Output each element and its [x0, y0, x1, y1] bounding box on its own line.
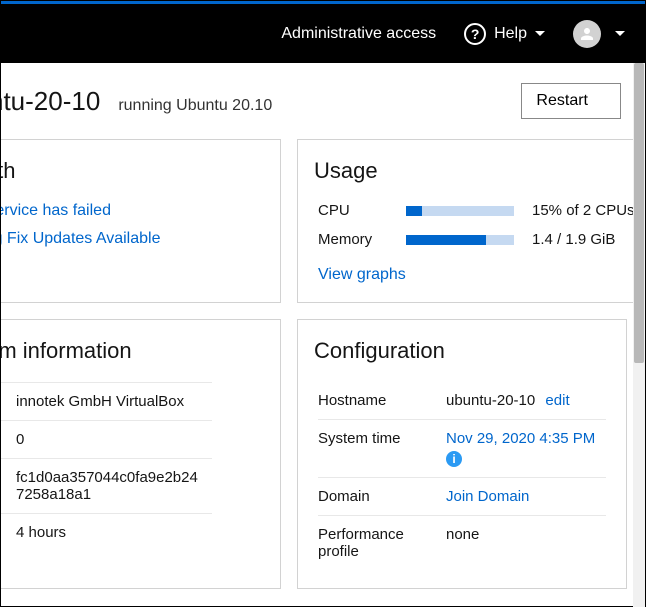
config-hostname-val: ubuntu-20-10 edit: [446, 392, 606, 409]
table-row: me4 hours: [1, 514, 212, 552]
mem-bar: [406, 235, 514, 245]
configuration-card: Configuration Hostname ubuntu-20-10 edit…: [297, 319, 627, 589]
system-info-table: elinnotek GmbH VirtualBoxt tag0ninefc1d0…: [1, 382, 212, 551]
usage-cpu-value: 15% of 2 CPUs: [532, 202, 635, 219]
table-val: fc1d0aa357044c0fa9e2b247258a18a1: [8, 459, 212, 514]
table-key: t tag: [1, 421, 8, 459]
hostname-edit-link[interactable]: edit: [545, 392, 569, 409]
table-row: ninefc1d0aa357044c0fa9e2b247258a18a1: [1, 459, 212, 514]
page-title: ntu-20-10: [1, 86, 100, 117]
config-systime-row: System time Nov 29, 2020 4:35 PM i: [318, 419, 606, 477]
config-perf-row: Performance profile none: [318, 515, 606, 570]
view-graphs-link[interactable]: View graphs: [318, 266, 635, 284]
table-val: 4 hours: [8, 514, 212, 552]
config-hostname-key: Hostname: [318, 392, 428, 409]
page-body: ntu-20-10 running Ubuntu 20.10 Restart a…: [1, 63, 645, 607]
page-header: ntu-20-10 running Ubuntu 20.10 Restart: [1, 63, 645, 139]
info-icon[interactable]: i: [446, 451, 462, 467]
scrollbar-track[interactable]: [633, 63, 645, 607]
table-row: t tag0: [1, 421, 212, 459]
usage-mem-row: Memory 1.4 / 1.9 GiB: [318, 231, 635, 248]
chevron-down-icon: [615, 31, 625, 36]
config-systime-val: Nov 29, 2020 4:35 PM i: [446, 430, 606, 467]
help-menu[interactable]: ? Help: [464, 23, 545, 45]
avatar-icon: [573, 20, 601, 48]
table-key: el: [1, 383, 8, 421]
join-domain-link[interactable]: Join Domain: [446, 488, 606, 505]
chevron-down-icon: [535, 31, 545, 36]
user-menu[interactable]: [573, 20, 625, 48]
system-time-link[interactable]: Nov 29, 2020 4:35 PM: [446, 430, 595, 447]
mem-bar-fill: [406, 235, 486, 245]
restart-label: Restart: [536, 92, 588, 110]
config-hostname-row: Hostname ubuntu-20-10 edit: [318, 382, 606, 419]
config-domain-row: Domain Join Domain: [318, 477, 606, 515]
restart-button[interactable]: Restart: [521, 83, 621, 119]
usage-cpu-label: CPU: [318, 202, 388, 219]
usage-cpu-row: CPU 15% of 2 CPUs: [318, 202, 635, 219]
table-val: 0: [8, 421, 212, 459]
usage-card: Usage CPU 15% of 2 CPUs Memory 1.4 / 1.9…: [297, 139, 645, 303]
table-key: me: [1, 514, 8, 552]
health-card: alth 1 service has failed Bug Fix Update…: [1, 139, 281, 303]
table-key: nine: [1, 459, 8, 514]
page-subtitle: running Ubuntu 20.10: [118, 97, 272, 115]
health-failed-link[interactable]: 1 service has failed: [1, 202, 260, 220]
help-icon: ?: [464, 23, 486, 45]
health-updates-link[interactable]: Bug Fix Updates Available: [1, 230, 260, 248]
usage-title: Usage: [314, 158, 635, 184]
table-row: elinnotek GmbH VirtualBox: [1, 383, 212, 421]
usage-mem-label: Memory: [318, 231, 388, 248]
system-info-title: tem information: [1, 338, 260, 364]
config-domain-key: Domain: [318, 488, 428, 505]
cpu-bar-fill: [406, 206, 422, 216]
config-systime-key: System time: [318, 430, 428, 447]
table-val: innotek GmbH VirtualBox: [8, 383, 212, 421]
usage-mem-value: 1.4 / 1.9 GiB: [532, 231, 635, 248]
help-label: Help: [494, 25, 527, 43]
config-perf-key: Performance profile: [318, 526, 428, 560]
config-perf-val: none: [446, 526, 606, 543]
admin-access-label[interactable]: Administrative access: [281, 25, 436, 43]
cpu-bar: [406, 206, 514, 216]
configuration-title: Configuration: [314, 338, 606, 364]
top-bar: Administrative access ? Help: [1, 1, 645, 63]
health-title: alth: [1, 158, 260, 184]
system-info-card: tem information elinnotek GmbH VirtualBo…: [1, 319, 281, 589]
